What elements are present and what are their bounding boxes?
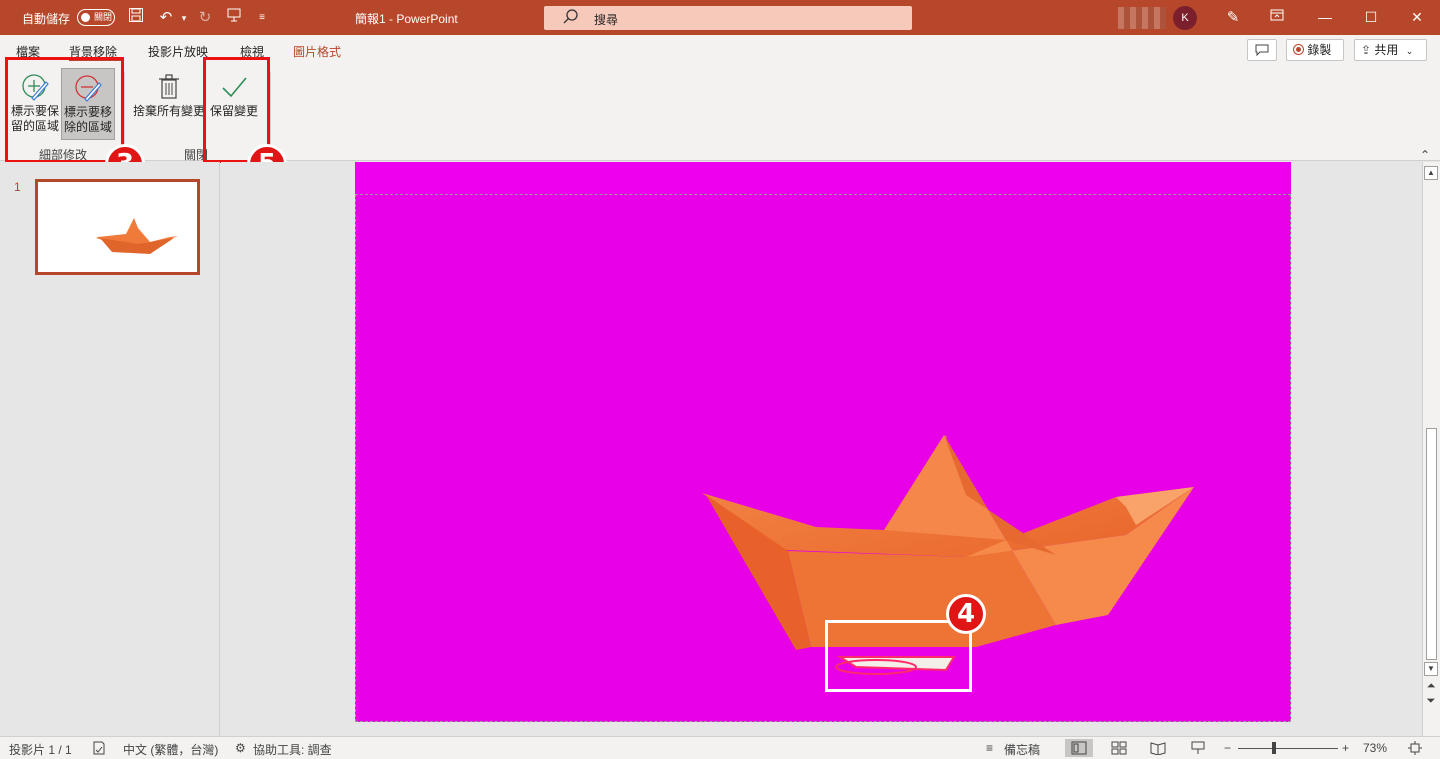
zoom-slider[interactable] — [1238, 748, 1338, 749]
autosave-toggle[interactable]: 關閉 — [77, 9, 115, 26]
discard-label: 捨棄所有變更 — [132, 104, 205, 118]
slide-editing-area: 4 — [221, 162, 1422, 736]
close-button[interactable]: ✕ — [1394, 0, 1440, 35]
fit-to-window-icon[interactable] — [1408, 741, 1422, 758]
group-separator — [270, 72, 271, 154]
redo-icon[interactable]: ↻ — [194, 7, 216, 29]
boat-thumbnail-image — [96, 218, 178, 254]
spelling-icon[interactable] — [92, 741, 106, 758]
slide-thumbnail[interactable] — [35, 179, 200, 275]
vertical-scrollbar[interactable]: ▲ ▼ ⏶ ⏷ — [1422, 162, 1440, 736]
normal-view-icon[interactable] — [1065, 739, 1093, 757]
maximize-button[interactable]: ☐ — [1348, 0, 1394, 35]
minimize-button[interactable]: — — [1302, 0, 1348, 35]
annotation-box-3 — [5, 57, 124, 163]
group-separator — [124, 72, 125, 154]
paper-boat-image — [702, 435, 1194, 675]
reading-view-icon[interactable] — [1144, 739, 1172, 757]
customize-toolbar-icon[interactable]: ≡ — [251, 7, 273, 29]
zoom-slider-knob[interactable] — [1272, 742, 1276, 754]
slide-thumbnail-pane: 1 — [0, 162, 220, 736]
autosave-label: 自動儲存 — [22, 12, 71, 26]
ribbon: 標示要保 留的區域 標示要移 除的區域 細部修改 捨棄所有變更 保留變更 關閉 … — [0, 57, 1440, 184]
scroll-up-icon[interactable]: ▲ — [1424, 166, 1438, 180]
zoom-in-button[interactable]: + — [1342, 741, 1349, 755]
zoom-out-button[interactable]: − — [1224, 741, 1231, 755]
collapse-ribbon-icon[interactable]: ⌃ — [1420, 148, 1430, 162]
chevron-down-icon: ⌄ — [1405, 46, 1414, 56]
notes-button[interactable]: 備忘稿 — [1004, 741, 1040, 758]
zoom-level[interactable]: 73% — [1363, 741, 1387, 755]
previous-slide-icon[interactable]: ⏶ — [1424, 680, 1438, 694]
image-overflow-region — [355, 162, 1291, 194]
annotation-box-4 — [825, 620, 972, 692]
language-indicator[interactable]: 中文 (繁體，台灣) — [123, 741, 218, 758]
record-icon — [1293, 44, 1304, 55]
designer-pen-icon[interactable]: ✎ — [1222, 7, 1244, 29]
discard-all-changes-button[interactable]: 捨棄所有變更 — [131, 68, 207, 140]
scroll-down-icon[interactable]: ▼ — [1424, 662, 1438, 676]
trash-icon — [159, 74, 179, 99]
thumbnail-number: 1 — [14, 180, 21, 194]
slide-canvas[interactable] — [355, 194, 1291, 722]
record-button[interactable]: 錄製 — [1286, 39, 1344, 61]
document-title: 簡報1 - PowerPoint — [355, 12, 458, 26]
scrollbar-thumb[interactable] — [1426, 428, 1437, 660]
next-slide-icon[interactable]: ⏷ — [1424, 695, 1438, 709]
record-label: 錄製 — [1307, 43, 1332, 57]
accessibility-icon: ⚙ — [235, 741, 246, 755]
title-bar: 自動儲存 關閉 ↶ ▾ ↻ ≡ 簡報1 - PowerPoint 搜尋 K ✎ … — [0, 0, 1440, 35]
slide-show-icon[interactable] — [1184, 739, 1212, 757]
present-from-start-icon[interactable] — [223, 7, 245, 29]
ribbon-display-options-icon[interactable] — [1266, 7, 1288, 29]
annotation-badge-4: 4 — [946, 594, 986, 634]
comments-button[interactable] — [1247, 39, 1277, 61]
search-placeholder: 搜尋 — [594, 13, 619, 27]
notes-icon: ≡ — [986, 741, 994, 755]
search-box[interactable]: 搜尋 — [544, 6, 912, 30]
slide-sorter-icon[interactable] — [1105, 739, 1133, 757]
account-name-redacted — [1118, 7, 1166, 29]
status-bar: 投影片 1 / 1 中文 (繁體，台灣) ⚙ 協助工具: 調查 ≡ 備忘稿 − … — [0, 736, 1440, 759]
save-icon[interactable] — [125, 7, 147, 29]
search-icon — [563, 9, 578, 24]
tab-picture-format[interactable]: 圖片格式 — [293, 43, 341, 60]
accessibility-status[interactable]: 協助工具: 調查 — [253, 741, 332, 758]
slide-counter[interactable]: 投影片 1 / 1 — [9, 741, 72, 758]
share-icon: ⇪ — [1361, 43, 1372, 57]
tab-slide-show[interactable]: 投影片放映 — [148, 43, 208, 60]
share-label: 共用 — [1374, 43, 1399, 57]
comment-icon — [1255, 44, 1269, 57]
undo-dropdown-icon[interactable]: ▾ — [173, 7, 195, 29]
share-button[interactable]: ⇪ 共用 ⌄ — [1354, 39, 1427, 61]
avatar[interactable]: K — [1173, 6, 1197, 30]
